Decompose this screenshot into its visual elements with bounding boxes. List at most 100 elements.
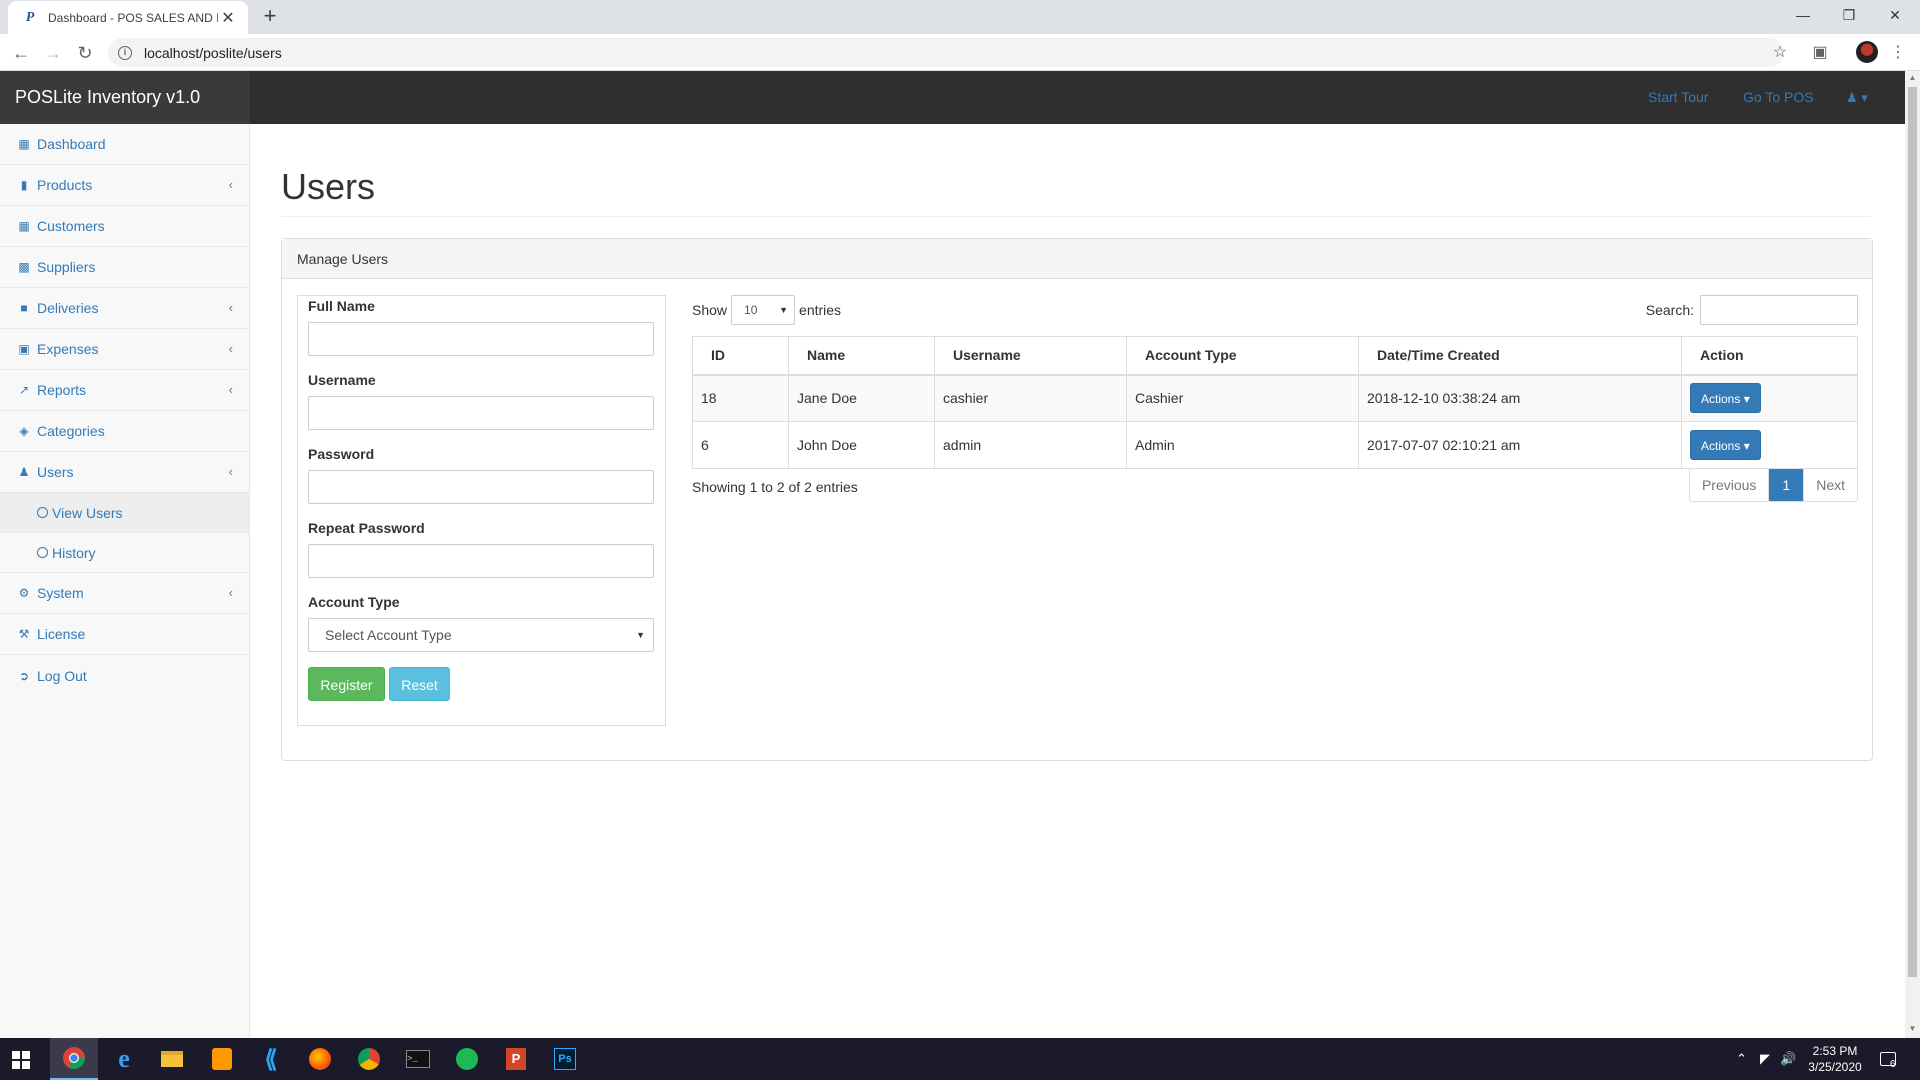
sidebar-item-license[interactable]: ⚒ License (0, 614, 249, 655)
sidebar-subitem-history[interactable]: History (0, 533, 249, 573)
browser-tab[interactable]: P Dashboard - POS SALES AND IN ✕ (8, 1, 248, 34)
reload-icon[interactable]: ↻ (72, 40, 98, 66)
taskbar-clock[interactable]: 2:53 PM 3/25/2020 (1800, 1043, 1870, 1075)
account-type-label: Account Type (308, 594, 400, 610)
sidebar-subitem-view-users[interactable]: View Users (0, 493, 249, 533)
actions-dropdown-button[interactable]: Actions ▾ (1690, 430, 1761, 460)
minimize-icon[interactable]: — (1780, 0, 1826, 30)
scroll-up-icon[interactable]: ▲ (1908, 73, 1917, 82)
start-tour-link[interactable]: Start Tour (1648, 71, 1708, 124)
cell-username: admin (934, 421, 1127, 469)
taskbar-powerpoint-icon[interactable]: P (492, 1038, 540, 1080)
cell-username: cashier (934, 374, 1127, 422)
search-input[interactable] (1700, 295, 1858, 325)
sidebar-item-label: System (37, 585, 84, 601)
taskbar-explorer-icon[interactable] (148, 1038, 196, 1080)
action-center-icon[interactable]: 6 (1880, 1038, 1896, 1080)
sidebar-item-reports[interactable]: ↗ Reports ‹ (0, 370, 249, 411)
cell-name: Jane Doe (788, 374, 935, 422)
sidebar-item-customers[interactable]: ▦ Customers (0, 206, 249, 247)
sidebar-item-system[interactable]: ⚙ System ‹ (0, 573, 249, 614)
tray-volume-icon[interactable]: 🔊 (1780, 1038, 1796, 1080)
money-icon: ▣ (18, 342, 30, 356)
sidebar-item-suppliers[interactable]: ▩ Suppliers (0, 247, 249, 288)
user-menu-dropdown[interactable]: ♟ ▾ (1846, 71, 1868, 124)
menu-kebab-icon[interactable]: ⋮ (1888, 43, 1908, 63)
taskbar-vscode-icon[interactable]: ⟪ (247, 1038, 295, 1080)
back-icon[interactable]: ← (8, 40, 34, 66)
reset-button[interactable]: Reset (389, 667, 450, 701)
user-icon: ♟ (1846, 90, 1858, 105)
profile-avatar[interactable] (1856, 41, 1878, 63)
start-button[interactable] (12, 1051, 30, 1069)
account-type-value: Select Account Type (325, 627, 452, 643)
column-header-created[interactable]: Date/Time Created (1358, 336, 1682, 376)
full-name-field[interactable] (308, 322, 654, 356)
sidebar-item-users[interactable]: ♟ Users ‹ (0, 452, 249, 493)
close-tab-icon[interactable]: ✕ (218, 8, 238, 28)
gear-icon: ⚙ (18, 586, 30, 600)
page-1-button[interactable]: 1 (1768, 469, 1804, 501)
account-type-select[interactable]: Select Account Type ▼ (308, 618, 654, 652)
tray-show-hidden-icon[interactable]: ⌃ (1736, 1038, 1747, 1080)
taskbar-chrome-icon[interactable] (50, 1038, 98, 1080)
column-header-account-type[interactable]: Account Type (1126, 336, 1359, 376)
scrollbar-thumb[interactable] (1908, 87, 1917, 977)
circle-icon (37, 547, 48, 558)
go-to-pos-link[interactable]: Go To POS (1743, 71, 1814, 124)
register-button[interactable]: Register (308, 667, 385, 701)
username-field[interactable] (308, 396, 654, 430)
column-header-id[interactable]: ID (692, 336, 789, 376)
sidebar-item-label: Deliveries (37, 300, 99, 316)
camera-icon[interactable]: ▣ (1810, 43, 1830, 63)
sidebar-item-label: Categories (37, 423, 105, 439)
new-tab-button[interactable]: + (258, 4, 282, 28)
page-length-select[interactable]: 10 ▼ (731, 295, 796, 325)
column-header-username[interactable]: Username (934, 336, 1127, 376)
address-bar[interactable]: i localhost/poslite/users (108, 38, 1784, 67)
pagination: Previous 1 Next (1688, 468, 1858, 502)
column-header-action[interactable]: Action (1681, 336, 1858, 376)
sidebar-item-products[interactable]: ▮ Products ‹ (0, 165, 249, 206)
taskbar-terminal-icon[interactable]: >_ (394, 1038, 442, 1080)
scroll-down-icon[interactable]: ▼ (1908, 1024, 1917, 1033)
next-page-button[interactable]: Next (1803, 469, 1857, 501)
tab-title: Dashboard - POS SALES AND IN (48, 10, 218, 25)
info-icon[interactable]: i (118, 45, 132, 60)
sidebar-item-dashboard[interactable]: ▦ Dashboard (0, 124, 249, 165)
chevron-left-icon: ‹ (228, 464, 233, 479)
repeat-password-field[interactable] (308, 544, 654, 578)
sidebar-item-categories[interactable]: ◈ Categories (0, 411, 249, 452)
taskbar-edge-icon[interactable]: e (100, 1038, 148, 1080)
cell-id: 6 (692, 421, 789, 469)
sidebar-item-logout[interactable]: ➲ Log Out (0, 655, 249, 696)
tray-network-icon[interactable]: ◤ (1760, 1038, 1770, 1080)
tags-icon: ◈ (19, 424, 29, 438)
previous-page-button[interactable]: Previous (1690, 469, 1768, 501)
taskbar-sublime-icon[interactable] (198, 1038, 246, 1080)
brand-link[interactable]: POSLite Inventory v1.0 (0, 71, 250, 124)
sidebar-item-label: Dashboard (37, 136, 106, 152)
page-scrollbar[interactable]: ▲ ▼ (1905, 71, 1920, 1038)
sidebar-item-label: Users (37, 464, 74, 480)
forward-icon[interactable]: → (40, 40, 66, 66)
page-length-value: 10 (744, 303, 758, 317)
bookmark-star-icon[interactable]: ☆ (1770, 43, 1790, 63)
table-header-row: ID Name Username Account Type Date/Time … (692, 336, 1858, 376)
sidebar-item-expenses[interactable]: ▣ Expenses ‹ (0, 329, 249, 370)
actions-dropdown-button[interactable]: Actions ▾ (1690, 383, 1761, 414)
truck-icon: ■ (20, 301, 28, 315)
column-header-name[interactable]: Name (788, 336, 935, 376)
close-window-icon[interactable]: ✕ (1872, 0, 1918, 30)
caret-down-icon: ▾ (1743, 439, 1750, 453)
sidebar-item-deliveries[interactable]: ■ Deliveries ‹ (0, 288, 249, 329)
taskbar-chrome-icon[interactable] (345, 1038, 393, 1080)
password-field[interactable] (308, 470, 654, 504)
users-icon: ♟ (18, 465, 30, 479)
taskbar-photoshop-icon[interactable]: Ps (541, 1038, 589, 1080)
chevron-left-icon: ‹ (228, 585, 233, 600)
taskbar-spotify-icon[interactable] (443, 1038, 491, 1080)
app-navbar: POSLite Inventory v1.0 Start Tour Go To … (0, 71, 1905, 124)
taskbar-firefox-icon[interactable] (296, 1038, 344, 1080)
restore-icon[interactable]: ❐ (1826, 0, 1872, 30)
